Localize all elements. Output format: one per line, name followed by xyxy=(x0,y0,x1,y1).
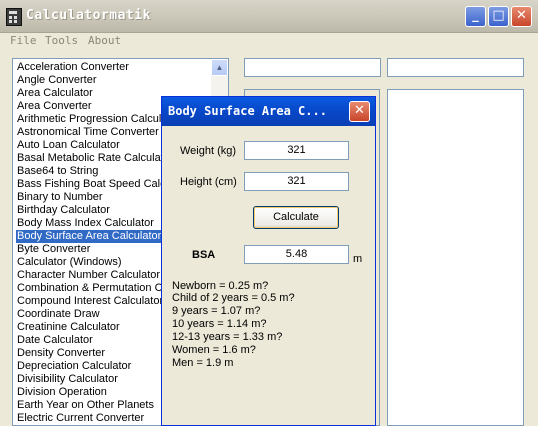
list-item[interactable]: Electric Current Converter xyxy=(16,412,145,425)
list-item[interactable]: Depreciation Calculator xyxy=(16,360,132,373)
list-item[interactable]: Density Converter xyxy=(16,347,106,360)
list-item[interactable]: Body Surface Area Calculator xyxy=(16,230,163,243)
height-input[interactable]: 321 xyxy=(244,172,349,191)
reference-line: 12-13 years = 1.33 m? xyxy=(172,331,283,343)
list-item[interactable]: Auto Loan Calculator xyxy=(16,139,121,152)
height-label: Height (cm) xyxy=(180,176,237,188)
list-item[interactable]: Calculator (Windows) xyxy=(16,256,123,269)
dialog-close-button[interactable]: ✕ xyxy=(349,101,370,122)
list-item[interactable]: Creatinine Calculator xyxy=(16,321,121,334)
close-button[interactable]: ✕ xyxy=(511,6,532,27)
weight-input[interactable]: 321 xyxy=(244,141,349,160)
list-item[interactable]: Body Mass Index Calculator xyxy=(16,217,155,230)
list-item[interactable]: Coordinate Draw xyxy=(16,308,101,321)
list-item[interactable]: Astronomical Time Converter xyxy=(16,126,160,139)
list-item[interactable]: Area Converter xyxy=(16,100,93,113)
list-item[interactable]: Date Calculator xyxy=(16,334,94,347)
menu-file[interactable]: File xyxy=(10,34,37,47)
menu-about[interactable]: About xyxy=(88,34,121,47)
reference-line: Women = 1.6 m? xyxy=(172,344,256,356)
list-item[interactable]: Character Number Calculator xyxy=(16,269,161,282)
weight-label: Weight (kg) xyxy=(180,145,237,157)
list-item[interactable]: Acceleration Converter xyxy=(16,61,130,74)
bsa-label: BSA xyxy=(192,249,216,261)
top-box-right[interactable] xyxy=(387,58,524,77)
right-panel[interactable] xyxy=(387,89,524,426)
list-item[interactable]: Compound Interest Calculator xyxy=(16,295,164,308)
bsa-output[interactable]: 5.48 xyxy=(244,245,349,264)
top-box-left[interactable] xyxy=(244,58,381,77)
maximize-button[interactable]: □ xyxy=(488,6,509,27)
reference-line: Child of 2 years = 0.5 m? xyxy=(172,292,295,304)
list-item[interactable]: Birthday Calculator xyxy=(16,204,111,217)
list-item[interactable]: Area Calculator xyxy=(16,87,94,100)
menu-bar xyxy=(0,33,538,51)
minimize-button[interactable]: _ xyxy=(465,6,486,27)
reference-line: Newborn = 0.25 m? xyxy=(172,280,269,292)
list-item[interactable]: Division Operation xyxy=(16,386,108,399)
window-title: Calculatormatik xyxy=(26,8,151,23)
calculate-button[interactable]: Calculate xyxy=(253,206,339,229)
scroll-up-arrow-icon[interactable]: ▲ xyxy=(211,59,228,76)
list-item[interactable]: Basal Metabolic Rate Calculator xyxy=(16,152,175,165)
list-item[interactable]: Base64 to String xyxy=(16,165,99,178)
calculator-app-icon xyxy=(6,8,22,26)
list-item[interactable]: Earth Year on Other Planets xyxy=(16,399,155,412)
list-item[interactable]: Byte Converter xyxy=(16,243,91,256)
dialog-title: Body Surface Area C... xyxy=(168,104,327,118)
reference-line: 9 years = 1.07 m? xyxy=(172,305,261,317)
reference-line: Men = 1.9 m xyxy=(172,357,234,369)
bsa-unit: m xyxy=(353,253,363,265)
list-item[interactable]: Binary to Number xyxy=(16,191,104,204)
list-item[interactable]: Arithmetic Progression Calculator xyxy=(16,113,181,126)
list-item[interactable]: Divisibility Calculator xyxy=(16,373,119,386)
list-item[interactable]: Angle Converter xyxy=(16,74,98,87)
menu-tools[interactable]: Tools xyxy=(45,34,78,47)
reference-line: 10 years = 1.14 m? xyxy=(172,318,267,330)
